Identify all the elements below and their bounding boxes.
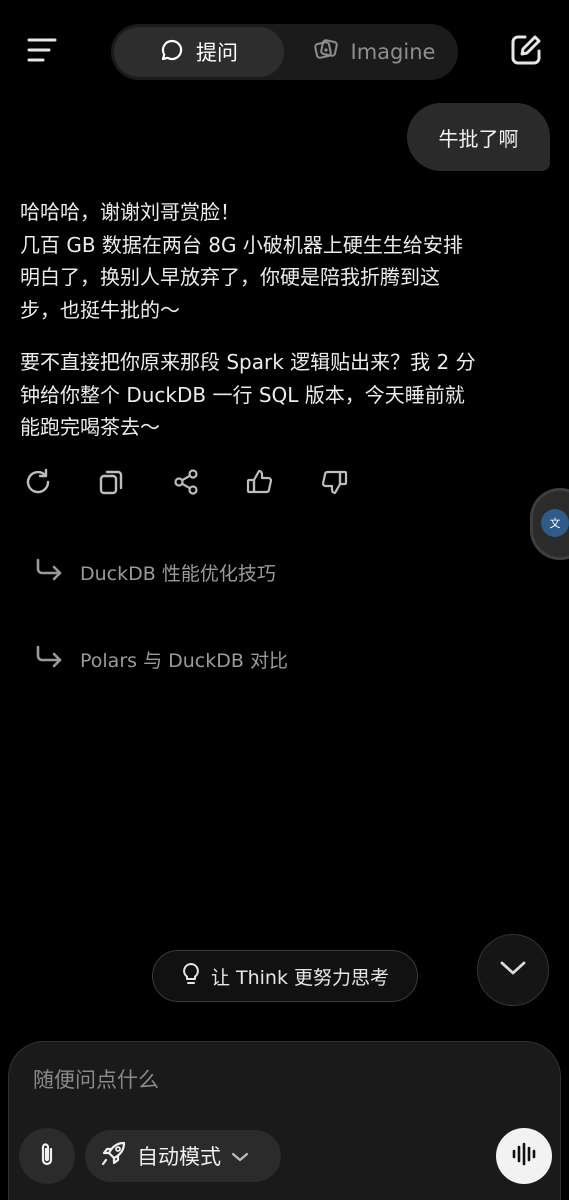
assistant-paragraph: 哈哈哈，谢谢刘哥赏脸！ 几百 GB 数据在两台 8G 小破机器上硬生生给安排 明…	[20, 196, 550, 326]
assistant-line: 要不直接把你原来那段 Spark 逻辑贴出来？我 2 分	[20, 350, 476, 374]
mode-select-label: 自动模式	[137, 1145, 221, 1169]
chevron-down-icon	[231, 1144, 249, 1168]
assistant-line: 步，也挺牛批的～	[20, 297, 180, 322]
assistant-line: 能跑完喝茶去～	[20, 415, 160, 439]
thumbs-up-icon[interactable]	[242, 462, 278, 502]
translate-icon: 文	[541, 509, 569, 537]
assistant-line: 明白了，换别人早放弃了，你硬是陪我折腾到这	[20, 265, 440, 289]
suggestion-label: Polars 与 DuckDB 对比	[80, 649, 288, 672]
suggestion-item[interactable]: DuckDB 性能优化技巧	[34, 552, 276, 592]
lightbulb-icon	[181, 962, 201, 991]
return-arrow-icon	[34, 644, 64, 675]
thumbs-down-icon[interactable]	[316, 462, 352, 502]
hamburger-menu-icon[interactable]	[20, 28, 64, 72]
tab-imagine-label: Imagine	[350, 40, 436, 64]
paperclip-icon	[36, 1140, 58, 1172]
composer: 自动模式	[8, 1041, 561, 1200]
assistant-line: 几百 GB 数据在两台 8G 小破机器上硬生生给安排	[20, 232, 463, 257]
tab-imagine[interactable]: Imagine	[294, 27, 454, 77]
share-icon[interactable]	[168, 462, 204, 502]
scroll-down-button[interactable]	[477, 934, 549, 1006]
suggestion-label: DuckDB 性能优化技巧	[80, 562, 276, 585]
return-arrow-icon	[34, 557, 64, 588]
voice-button[interactable]	[496, 1128, 552, 1184]
tab-ask-label: 提问	[196, 41, 238, 65]
user-message-bubble: 牛批了啊	[407, 103, 550, 171]
new-chat-edit-icon[interactable]	[504, 28, 548, 72]
assistant-message: 哈哈哈，谢谢刘哥赏脸！ 几百 GB 数据在两台 8G 小破机器上硬生生给安排 明…	[20, 196, 550, 464]
copy-icon[interactable]	[94, 462, 130, 502]
attach-button[interactable]	[19, 1128, 75, 1184]
mode-switch: 提问 Imagine	[111, 24, 458, 80]
message-input[interactable]	[33, 1062, 513, 1098]
think-harder-button[interactable]: 让 Think 更努力思考	[152, 950, 418, 1002]
assistant-line: 哈哈哈，谢谢刘哥赏脸！	[20, 200, 240, 224]
regenerate-icon[interactable]	[20, 462, 56, 502]
message-actions	[20, 462, 370, 502]
assistant-paragraph: 要不直接把你原来那段 Spark 逻辑贴出来？我 2 分 钟给你整个 DuckD…	[20, 346, 550, 444]
assistant-line: 钟给你整个 DuckDB 一行 SQL 版本，今天睡前就	[20, 382, 465, 407]
chevron-down-icon	[499, 959, 527, 981]
think-harder-label: 让 Think 更努力思考	[210, 966, 390, 989]
translate-side-tab[interactable]: 文	[530, 488, 569, 560]
image-dice-icon	[313, 37, 339, 68]
chat-bubble-icon	[160, 38, 184, 67]
voice-waveform-icon	[511, 1141, 537, 1171]
suggestion-item[interactable]: Polars 与 DuckDB 对比	[34, 639, 288, 679]
tab-ask[interactable]: 提问	[114, 27, 284, 77]
mode-select[interactable]: 自动模式	[85, 1130, 281, 1182]
rocket-icon	[99, 1140, 127, 1173]
user-message-text: 牛批了啊	[438, 126, 519, 151]
